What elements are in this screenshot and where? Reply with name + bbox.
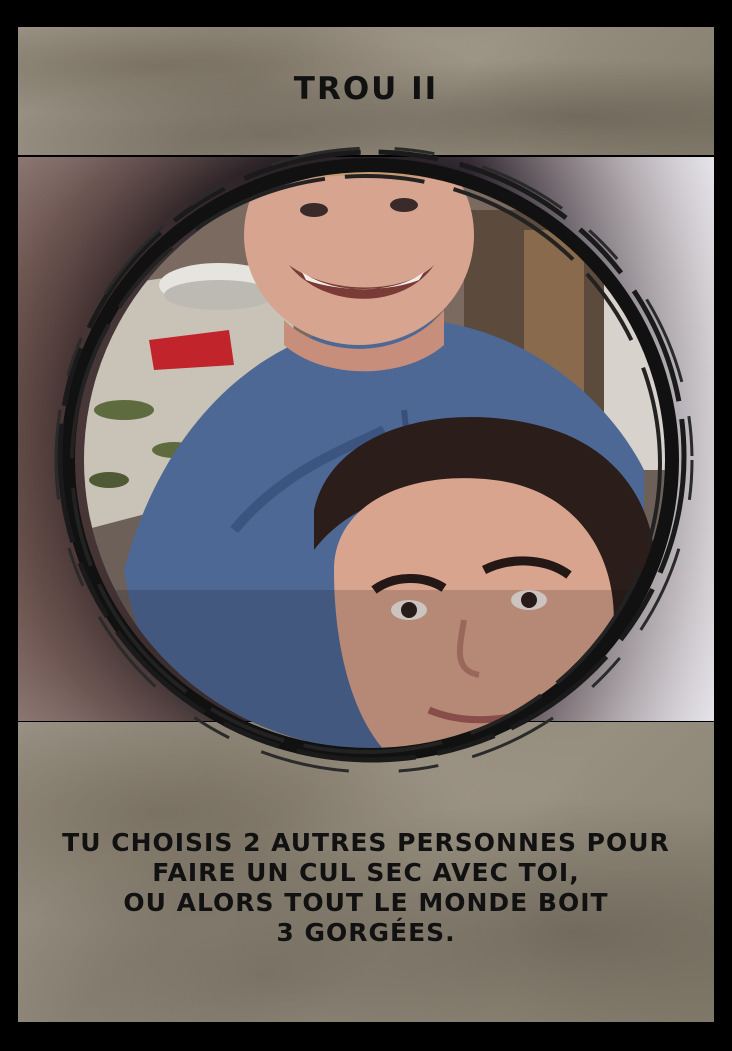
circular-photo bbox=[84, 170, 674, 750]
instruction-line-1: TU CHOISIS 2 AUTRES PERSONNES POUR bbox=[62, 828, 670, 857]
card-title: TROU II bbox=[293, 71, 439, 107]
instruction-line-2: FAIRE UN CUL SEC AVEC TOI, bbox=[152, 858, 580, 887]
card-instruction-text: TU CHOISIS 2 AUTRES PERSONNES POUR FAIRE… bbox=[18, 828, 714, 948]
drinking-game-card: TROU II TU CHOISIS 2 AUTRES PERSONNES PO… bbox=[0, 0, 732, 1051]
photo-illustration bbox=[84, 170, 674, 750]
instruction-line-3: OU ALORS TOUT LE MONDE BOIT bbox=[123, 888, 609, 917]
instruction-line-4: 3 GORGÉES. bbox=[276, 918, 456, 947]
